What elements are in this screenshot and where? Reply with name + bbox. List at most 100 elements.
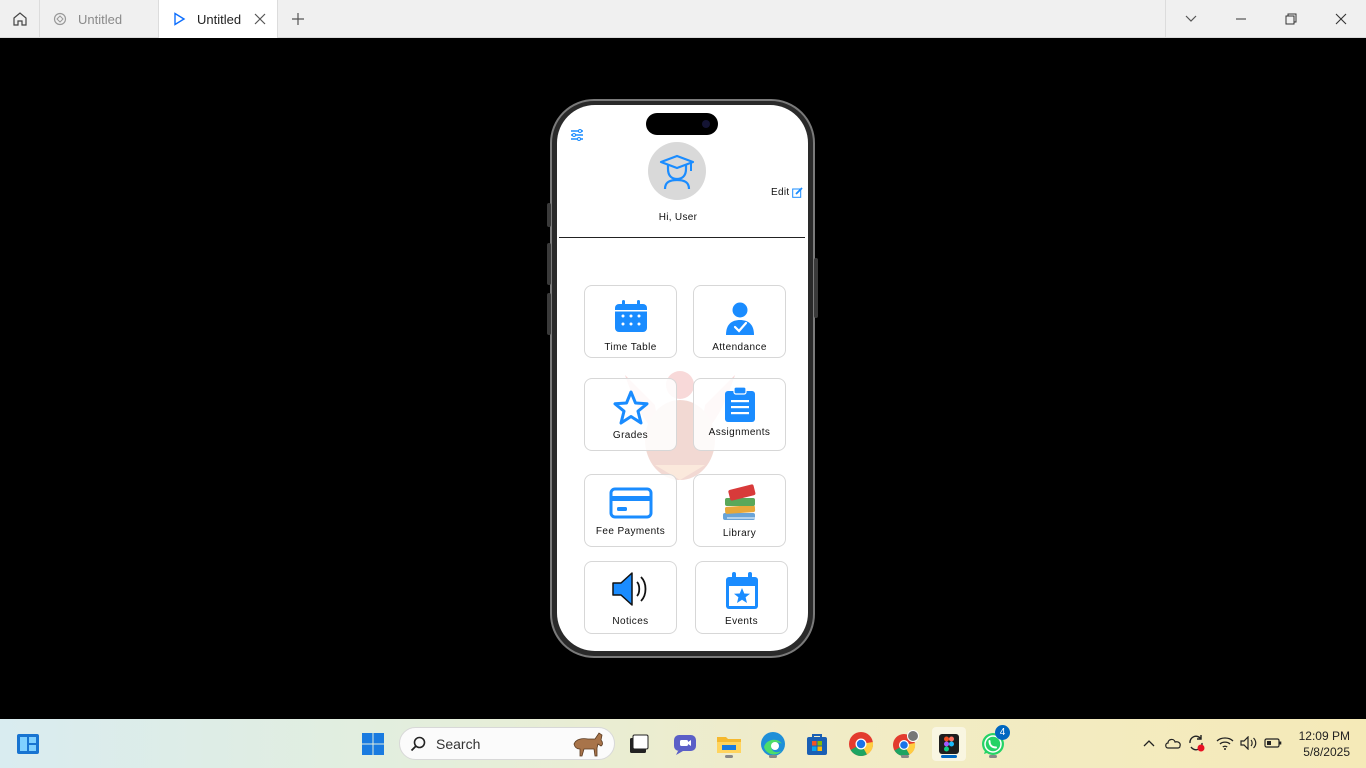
- credit-card-icon: [609, 487, 652, 519]
- clipboard-icon: [724, 387, 755, 422]
- star-icon: [613, 390, 648, 425]
- taskbar: Search 4 12:09 PM 5/8/2025: [0, 719, 1366, 768]
- restore-icon: [1285, 13, 1297, 25]
- minimize-button[interactable]: [1216, 0, 1266, 38]
- phone-power-button: [814, 258, 818, 318]
- figma-icon: [939, 734, 959, 754]
- tab-label: Untitled: [197, 11, 242, 27]
- notices-card[interactable]: Notices: [584, 561, 677, 634]
- header-divider: [559, 237, 805, 238]
- phone-side-button: [547, 203, 551, 227]
- clock-date: 5/8/2025: [1303, 745, 1350, 759]
- sliders-menu-icon: [571, 129, 583, 141]
- calendar-star-icon: [725, 572, 758, 609]
- onedrive-tray[interactable]: [1163, 733, 1183, 753]
- plus-icon: [292, 13, 304, 25]
- assignments-card[interactable]: Assignments: [693, 378, 786, 451]
- task-view-icon: [630, 734, 649, 753]
- card-label: Time Table: [604, 342, 657, 353]
- file-explorer-button[interactable]: [712, 727, 746, 761]
- close-tab-icon[interactable]: [253, 12, 267, 26]
- title-bar: Untitled Untitled: [0, 0, 1366, 38]
- grades-card[interactable]: Grades: [584, 378, 677, 451]
- running-indicator: [769, 755, 777, 758]
- edge-button[interactable]: [756, 727, 790, 761]
- chevron-down-icon: [1185, 15, 1197, 22]
- tab-untitled-1[interactable]: Untitled: [40, 0, 159, 38]
- card-label: Attendance: [712, 342, 767, 353]
- camera-dot: [702, 120, 710, 128]
- show-hidden-icons-button[interactable]: [1140, 733, 1158, 753]
- home-icon: [12, 12, 27, 26]
- figma-logo-icon: [52, 10, 70, 28]
- cloud-icon: [1165, 738, 1181, 749]
- library-card[interactable]: Library: [693, 474, 786, 547]
- active-indicator: [941, 755, 957, 758]
- search-placeholder: Search: [436, 735, 481, 752]
- edge-icon: [761, 732, 785, 756]
- attendance-card[interactable]: Attendance: [693, 285, 786, 358]
- tab-untitled-2[interactable]: Untitled: [159, 0, 278, 38]
- user-check-icon: [725, 302, 754, 335]
- teams-chat-button[interactable]: [668, 727, 702, 761]
- system-clock[interactable]: 12:09 PM 5/8/2025: [1299, 728, 1350, 760]
- battery-tray[interactable]: [1262, 733, 1284, 753]
- dynamic-island: [646, 113, 718, 135]
- network-tray[interactable]: [1214, 733, 1236, 753]
- widgets-icon: [17, 734, 39, 754]
- new-tab-button[interactable]: [278, 0, 318, 38]
- battery-icon: [1264, 738, 1282, 748]
- minimize-icon: [1236, 18, 1246, 20]
- windows-logo-icon: [362, 733, 384, 755]
- search-icon: [410, 736, 426, 751]
- store-button[interactable]: [800, 727, 834, 761]
- chrome-profile-button[interactable]: [888, 727, 922, 761]
- running-indicator: [989, 755, 997, 758]
- figma-button[interactable]: [932, 727, 966, 761]
- home-button[interactable]: [0, 0, 40, 38]
- phone-volume-up: [547, 243, 551, 285]
- running-indicator: [725, 755, 733, 758]
- phone-screen: Hi, User Edit Time Table Attendance Grad…: [557, 105, 808, 651]
- volume-icon: [1240, 736, 1257, 750]
- sync-tray[interactable]: [1186, 733, 1208, 753]
- fee-payments-card[interactable]: Fee Payments: [584, 474, 677, 547]
- widgets-button[interactable]: [11, 727, 45, 761]
- restore-button[interactable]: [1266, 0, 1316, 38]
- edit-icon: [792, 187, 804, 198]
- avatar[interactable]: [648, 142, 706, 200]
- edit-profile-button[interactable]: Edit: [771, 187, 804, 198]
- notification-badge: 4: [995, 725, 1010, 740]
- chevron-up-icon: [1143, 740, 1155, 747]
- chrome-profile-icon: [893, 730, 919, 756]
- events-card[interactable]: Events: [695, 561, 788, 634]
- card-label: Library: [722, 528, 757, 539]
- close-icon: [1335, 13, 1347, 25]
- graduate-icon: [659, 154, 695, 190]
- taskbar-search[interactable]: Search: [399, 727, 615, 760]
- task-view-button[interactable]: [622, 727, 656, 761]
- time-table-card[interactable]: Time Table: [584, 285, 677, 358]
- books-icon: [722, 484, 755, 520]
- close-window-button[interactable]: [1316, 0, 1366, 38]
- volume-tray[interactable]: [1238, 733, 1260, 753]
- card-label: Fee Payments: [595, 526, 666, 537]
- wifi-icon: [1216, 737, 1234, 750]
- store-icon: [807, 734, 827, 755]
- horse-search-highlight-icon: [573, 732, 603, 757]
- card-label: Assignments: [708, 427, 771, 438]
- card-label: Events: [725, 616, 758, 627]
- greeting-text: Hi, User: [658, 212, 698, 223]
- tab-list-button[interactable]: [1166, 0, 1216, 38]
- card-label: Notices: [612, 616, 649, 627]
- sync-icon: [1189, 735, 1205, 752]
- chrome-button[interactable]: [844, 727, 878, 761]
- folder-icon: [717, 737, 741, 753]
- menu-button[interactable]: [569, 127, 585, 143]
- chrome-icon: [849, 732, 874, 757]
- running-indicator: [901, 755, 909, 758]
- whatsapp-button[interactable]: 4: [976, 725, 1010, 761]
- calendar-icon: [614, 300, 647, 332]
- start-button[interactable]: [356, 727, 390, 761]
- window-controls: [1165, 0, 1366, 38]
